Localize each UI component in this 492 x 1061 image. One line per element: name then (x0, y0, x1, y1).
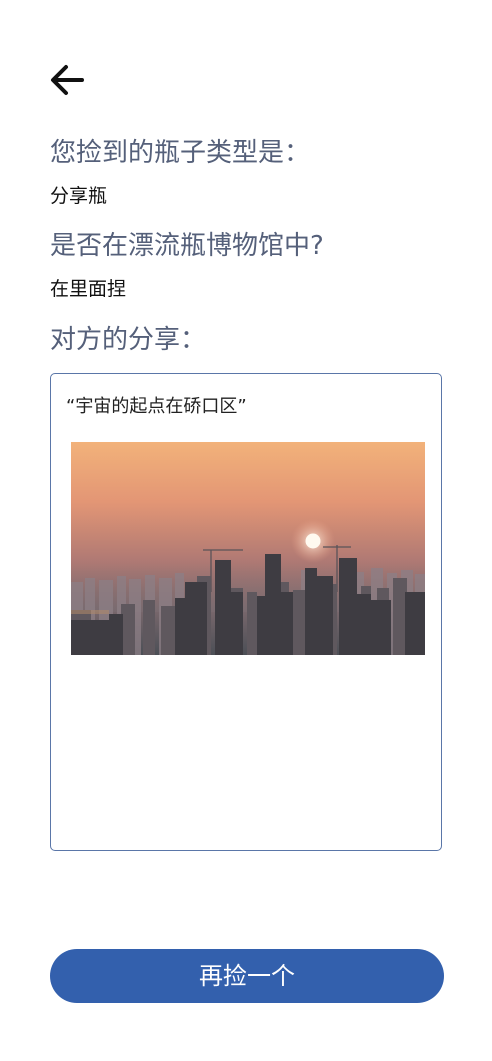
bottle-type-answer: 分享瓶 (50, 185, 108, 207)
share-text: “宇宙的起点在硚口区” (66, 396, 247, 417)
arrow-left-icon (51, 65, 84, 95)
museum-answer: 在里面捏 (50, 278, 127, 300)
bottle-type-question: 您捡到的瓶子类型是： (50, 138, 311, 168)
back-button[interactable] (48, 60, 88, 100)
pick-again-button[interactable]: 再捡一个 (50, 949, 444, 1003)
share-content-box: “宇宙的起点在硚口区” (50, 373, 442, 851)
share-photo (71, 442, 425, 655)
share-heading: 对方的分享： (50, 325, 207, 355)
museum-question: 是否在漂流瓶博物馆中? (50, 231, 324, 261)
